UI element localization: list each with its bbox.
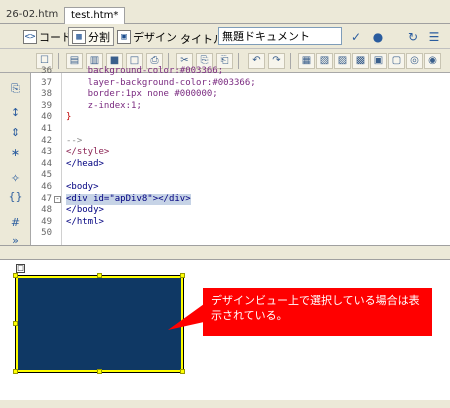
layout-icon-6[interactable]: ▢: [388, 53, 405, 69]
code-token: border:: [66, 89, 126, 100]
resize-handle-top-right[interactable]: [180, 273, 185, 278]
view-options-icon[interactable]: ☰: [426, 29, 442, 45]
split-view-button[interactable]: ▦ 分割: [68, 27, 114, 46]
resize-handle-bottom-right[interactable]: [180, 369, 185, 374]
redo-icon[interactable]: ↷: [268, 53, 285, 69]
select-parent-tag-icon[interactable]: ✧: [7, 171, 24, 187]
code-line[interactable]: background-color:#003366;: [66, 66, 223, 77]
code-line[interactable]: </head>: [66, 159, 104, 170]
code-token: }: [66, 112, 72, 123]
line-number: 43: [41, 147, 52, 158]
toolbar-separator: [58, 53, 59, 69]
browser-preview-icon[interactable]: ●: [370, 29, 386, 45]
open-documents-icon[interactable]: ⎘: [7, 81, 24, 97]
refresh-icon[interactable]: ↻: [405, 29, 421, 45]
code-token: <div id="apDiv8"></div>: [66, 193, 191, 204]
code-line[interactable]: </body>: [66, 205, 104, 216]
ap-element-anchor-icon[interactable]: □: [16, 264, 25, 273]
line-number: 41: [41, 124, 52, 134]
code-view-icon: <>: [23, 29, 37, 44]
layout-icon-4[interactable]: ▩: [352, 53, 369, 69]
split-view-icon: ▦: [72, 29, 86, 44]
resize-handle-top-left[interactable]: [13, 273, 18, 278]
layout-icon-3[interactable]: ▨: [334, 53, 351, 69]
line-number: 49: [41, 216, 52, 227]
code-line[interactable]: }: [66, 112, 71, 123]
line-number: 46: [41, 182, 52, 192]
annotation-callout: デザインビュー上で選択している場合は表示されている。: [203, 288, 432, 336]
code-token: </head>: [66, 158, 104, 169]
coding-toolbar: ⎘ ↕ ⇕ ∗ ✧ {} # »: [0, 73, 31, 247]
balance-braces-icon[interactable]: {}: [7, 189, 24, 205]
validate-icon[interactable]: ✓: [348, 29, 364, 45]
layout-icon-5[interactable]: ▣: [370, 53, 387, 69]
line-number: 44: [41, 158, 52, 169]
resize-handle-left[interactable]: [13, 321, 18, 326]
code-line[interactable]: border:1px none #000000;: [66, 89, 218, 100]
line-number: 45: [41, 170, 52, 181]
tab-test[interactable]: test.htm*: [64, 7, 126, 24]
bottom-scrollbar[interactable]: [0, 400, 450, 408]
design-view-label: デザイン: [133, 30, 177, 44]
code-token: background-color:: [66, 66, 180, 76]
code-token: -->: [66, 135, 83, 146]
expand-all-icon[interactable]: ∗: [7, 145, 24, 161]
collapse-selection-icon[interactable]: ⇕: [7, 125, 24, 141]
code-token: #003366;: [212, 77, 256, 88]
code-view-button[interactable]: <> コード: [20, 27, 75, 46]
line-number: 42: [41, 135, 52, 146]
code-token: #003366;: [179, 66, 224, 76]
code-line[interactable]: -->: [66, 136, 82, 147]
code-line[interactable]: z-index:1;: [66, 101, 142, 112]
document-tab-bar: 26-02.htm test.htm*: [0, 0, 450, 24]
line-numbers-icon[interactable]: #: [7, 215, 24, 231]
code-line[interactable]: <div id="apDiv8"></div>: [66, 193, 191, 205]
code-line[interactable]: layer-background-color:#003366;: [66, 78, 256, 89]
code-line[interactable]: <body>: [66, 182, 99, 193]
split-divider[interactable]: [0, 245, 450, 260]
layout-icon-1[interactable]: ▦: [298, 53, 315, 69]
layout-icon-8[interactable]: ◉: [424, 53, 441, 69]
code-line[interactable]: </style>: [66, 147, 109, 158]
design-view-button[interactable]: ▣ デザイン: [114, 27, 180, 46]
code-token: 1;: [131, 100, 142, 111]
layout-icon-2[interactable]: ▧: [316, 53, 333, 69]
design-view-icon: ▣: [117, 29, 131, 44]
code-token: </style>: [66, 147, 110, 158]
line-number: 36: [41, 66, 52, 76]
title-input[interactable]: [218, 27, 342, 45]
line-number: 38: [41, 89, 52, 100]
code-token: </body>: [66, 205, 104, 216]
code-token: <body>: [66, 182, 99, 192]
code-token: layer-background-color:: [66, 77, 213, 88]
ap-div-element[interactable]: [15, 275, 184, 373]
line-number: 47: [41, 193, 52, 204]
line-number: 39: [41, 100, 52, 111]
fold-toggle-icon[interactable]: -: [54, 195, 61, 203]
undo-icon[interactable]: ↶: [248, 53, 265, 69]
layout-icon-7[interactable]: ◎: [406, 53, 423, 69]
code-line[interactable]: </html>: [66, 217, 104, 228]
collapse-tag-icon[interactable]: ↕: [7, 105, 24, 121]
code-token: z-index:: [66, 100, 132, 111]
code-token: </html>: [66, 216, 104, 227]
resize-handle-bottom-left[interactable]: [13, 369, 18, 374]
callout-text: デザインビュー上で選択している場合は表示されている。: [211, 294, 420, 322]
toolbar-separator: [290, 53, 291, 69]
resize-handle-bottom[interactable]: [97, 369, 102, 374]
resize-handle-top[interactable]: [97, 273, 102, 278]
split-view-label: 分割: [88, 30, 110, 44]
line-number: 37: [41, 77, 52, 88]
line-number: 48: [41, 205, 52, 216]
tab-26-02[interactable]: 26-02.htm: [0, 7, 66, 24]
line-number: 50: [41, 228, 52, 239]
line-number: 40: [41, 112, 52, 123]
code-token: 1px none #000000;: [125, 89, 218, 100]
toolbar-separator: [238, 53, 239, 69]
